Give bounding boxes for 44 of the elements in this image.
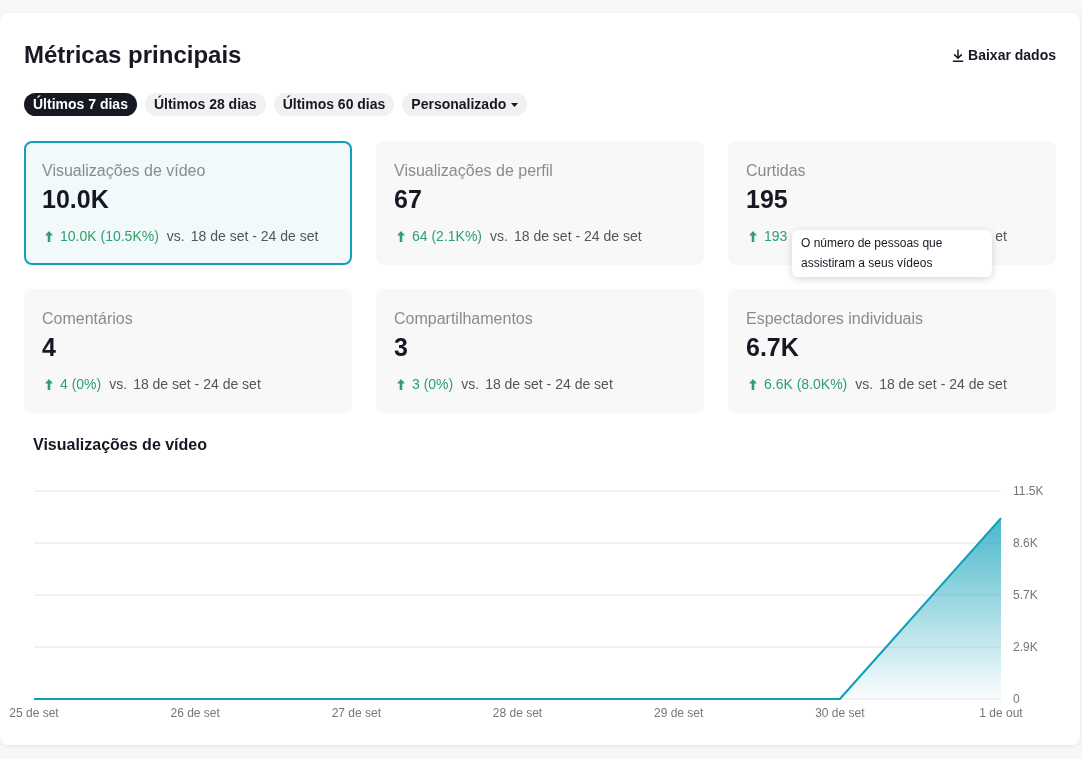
comparison-period: 18 de set - 24 de set: [190, 227, 319, 245]
comparison-period: 18 de set - 24 de set: [485, 375, 613, 393]
comparison-label: vs.: [166, 227, 185, 245]
comparison-period: 18 de set - 24 de set: [513, 227, 642, 245]
comparison-period: 18 de set - 24 de set: [879, 375, 1007, 393]
chart-title: Visualizações de vídeo: [33, 435, 208, 455]
comparison-period: 18 de set - 24 de set: [133, 375, 261, 393]
x-axis-label: 29 de set: [654, 706, 704, 720]
metric-label: Visualizações de perfil: [394, 161, 554, 181]
metric-value: 3: [394, 332, 409, 363]
metric-value: 67: [394, 184, 423, 215]
comparison-label: vs.: [461, 375, 480, 393]
change-value: 193: [764, 227, 788, 245]
x-axis-label: 26 de set: [170, 706, 220, 720]
change-value: 6.6K (8.0K%): [764, 375, 848, 393]
metric-value: 195: [746, 184, 789, 215]
comparison-label: vs.: [109, 375, 128, 393]
metric-label: Visualizações de vídeo: [42, 161, 207, 181]
comparison-period: et: [995, 227, 1007, 245]
change-value: 4 (0%): [60, 375, 102, 393]
x-axis-label: 27 de set: [331, 706, 381, 720]
change-value: 64 (2.1K%): [412, 227, 483, 245]
y-axis-label: 2.9K: [1013, 640, 1038, 654]
change-value: 3 (0%): [412, 375, 454, 393]
x-axis-label: 1 de out: [979, 706, 1023, 720]
x-axis-label: 25 de set: [9, 706, 59, 720]
tooltip: O número de pessoas que assistiram a seus vídeos: [792, 230, 992, 277]
metric-label: Curtidas: [746, 161, 807, 181]
y-axis-label: 8.6K: [1013, 536, 1038, 550]
y-axis-label: 11.5K: [1013, 484, 1044, 498]
metric-value: 10.0K: [42, 184, 110, 215]
metric-label: Compartilhamentos: [394, 309, 534, 329]
y-axis-label: 5.7K: [1013, 588, 1038, 602]
metric-value: 4: [42, 332, 57, 363]
metric-value: 6.7K: [746, 332, 800, 363]
x-axis-label: 30 de set: [815, 706, 865, 720]
comparison-label: vs.: [855, 375, 874, 393]
metric-label: Espectadores individuais: [746, 309, 924, 329]
comparison-label: vs.: [490, 227, 508, 245]
panel-title: Métricas principais: [24, 40, 242, 70]
x-axis-label: 28 de set: [492, 706, 543, 720]
y-axis-label: 0: [1013, 692, 1020, 706]
metric-label: Comentários: [42, 309, 134, 329]
change-value: 10.0K (10.5K%): [60, 227, 159, 245]
